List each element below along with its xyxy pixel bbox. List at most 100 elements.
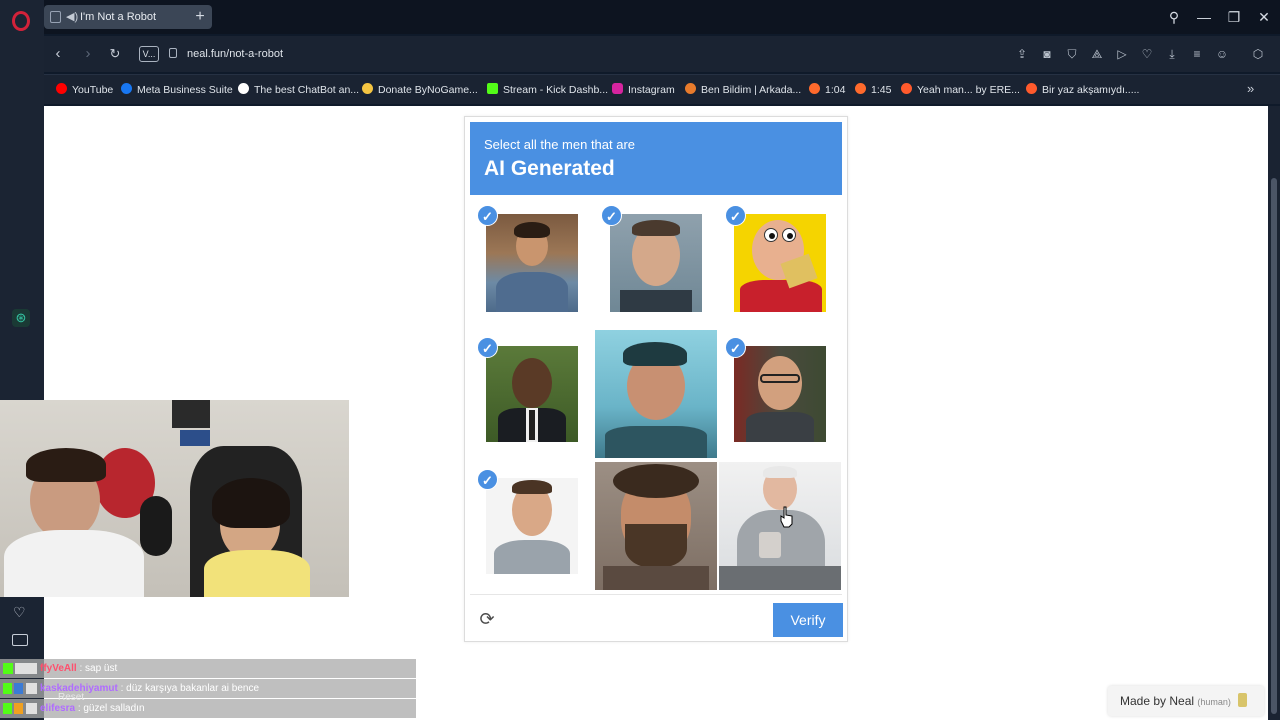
chat-badge-icon [3,683,37,694]
close-window-icon[interactable]: ✕ [1254,7,1274,27]
tile-photo [734,346,826,442]
browser-sidebar: ⊛ ♡ [0,0,44,720]
bookmark-bynogame[interactable]: Donate ByNoGame... [362,82,478,98]
forward-icon[interactable]: › [78,44,98,64]
chat-text: : düz karşıya bakanlar ai bence [120,683,260,694]
bookmark-104[interactable]: 1:04 [809,82,845,98]
captcha-header: Select all the men that are AI Generated [470,122,842,195]
human-tag: (human) [1197,697,1231,707]
captcha-tile-5[interactable] [595,330,717,458]
captcha-tile-8[interactable] [595,462,717,590]
new-tab-icon[interactable]: + [190,7,210,27]
chatbot-icon [238,83,249,94]
minimize-icon[interactable]: — [1194,7,1214,27]
bookmark-145[interactable]: 1:45 [855,82,891,98]
meta-icon [121,83,132,94]
tile-photo [610,214,702,312]
checkmark-icon: ✓ [477,205,498,226]
bookmark-favicon-icon [855,83,866,94]
bookmark-chatbot[interactable]: The best ChatBot an... [238,82,359,98]
captcha-title: AI Generated [484,157,615,180]
restore-icon[interactable]: ❐ [1224,7,1244,27]
bynogame-icon [362,83,373,94]
tile-photo [486,214,578,312]
chat-username: elifesra [40,703,76,714]
hand-cursor-icon [780,506,793,528]
captcha-widget: Select all the men that are AI Generated… [464,116,848,642]
scrollbar-thumb[interactable] [1271,178,1277,714]
url-field[interactable]: neal.fun/not-a-robot [187,46,283,62]
camera-icon[interactable]: ◙ [1038,45,1056,63]
captcha-tile-2[interactable] [610,214,702,312]
bookmark-instagram[interactable]: Instagram [612,82,675,98]
checkmark-icon: ✓ [477,469,498,490]
more-bookmarks-icon[interactable]: » [1247,81,1254,96]
chat-text: : sap üst [79,663,118,674]
tab-active[interactable]: ◀) I'm Not a Robot [44,5,212,29]
checkmark-icon: ✓ [601,205,622,226]
checkmark-icon: ✓ [725,205,746,226]
bookmark-favicon-icon [901,83,912,94]
chat-text: : güzel salladın [77,703,145,714]
site-badge[interactable]: V... [139,46,159,62]
bookmark-youtube[interactable]: YouTube [56,82,113,98]
opera-logo-icon[interactable] [12,11,30,31]
chat-message: ffyVeAll : sap üst [0,659,416,678]
bookmark-favicon-icon [685,83,696,94]
tab-bar: ◀) I'm Not a Robot + ⚲ — ❐ ✕ [44,0,1280,34]
tile-photo [734,214,826,312]
tile-photo [486,478,578,574]
stream-chat: ffyVeAll : sap üst kaskadehiyamut : düz … [0,659,416,720]
verify-button[interactable]: Verify [773,603,843,637]
aria-icon[interactable]: ⟁ [1088,45,1106,63]
captcha-tile-7[interactable] [486,478,578,574]
play-icon[interactable]: ▷ [1113,45,1131,63]
captcha-tile-1[interactable] [486,214,578,312]
extensions-icon[interactable]: ⬡ [1249,45,1267,63]
bookmark-favicon-icon [809,83,820,94]
kick-icon [487,83,498,94]
refresh-icon[interactable]: ⟳ [477,609,497,629]
bookmark-bir-yaz[interactable]: Bir yaz akşamıydı..... [1026,82,1139,98]
profile-icon[interactable]: ☺ [1213,45,1231,63]
bookmark-ben-bildim[interactable]: Ben Bildim | Arkada... [685,82,801,98]
checkmark-icon: ✓ [477,337,498,358]
heart-sidebar-icon[interactable]: ♡ [13,604,26,621]
reload-icon[interactable]: ↻ [105,44,125,64]
chat-badge-icon [3,703,37,714]
window-sidebar-icon[interactable] [12,634,28,646]
bookmark-kick[interactable]: Stream - Kick Dashb... [487,82,608,98]
speaker-icon[interactable]: ◀) [66,5,78,29]
bookmark-meta[interactable]: Meta Business Suite [121,82,233,98]
captcha-divider [470,594,842,595]
tile-photo [595,330,717,458]
chat-username: ffyVeAll [40,663,77,674]
bookmark-favicon-icon [1026,83,1037,94]
streamer-webcam [0,400,349,597]
captcha-tile-3[interactable] [734,214,826,312]
bookmarks-bar: YouTube Meta Business Suite The best Cha… [44,74,1280,104]
robot-icon [1238,693,1248,707]
address-bar: ‹ › ↻ V... neal.fun/not-a-robot ⇪ ◙ ⛉ ⟁ … [44,36,1280,72]
search-tabs-icon[interactable]: ⚲ [1164,7,1184,27]
tab-favicon-icon [50,11,61,23]
lock-icon[interactable] [169,48,177,58]
tile-photo [486,346,578,442]
captcha-tile-6[interactable] [734,346,826,442]
instagram-icon [612,83,623,94]
back-icon[interactable]: ‹ [48,44,68,64]
made-by-text: Made by Neal [1120,694,1195,708]
chatgpt-sidebar-icon[interactable]: ⊛ [12,309,30,327]
bookmark-yeah-man[interactable]: Yeah man... by ERE... [901,82,1020,98]
reset-label[interactable]: Reset [58,692,84,703]
menu-icon[interactable]: ≡ [1188,45,1206,63]
made-by-neal[interactable]: Made by Neal (human) [1108,686,1264,716]
shield-icon[interactable]: ⛉ [1063,45,1081,63]
checkmark-icon: ✓ [725,337,746,358]
tile-photo [595,462,717,590]
heart-icon[interactable]: ♡ [1138,45,1156,63]
captcha-tile-4[interactable] [486,346,578,442]
download-icon[interactable]: ⤓ [1163,45,1181,63]
share-icon[interactable]: ⇪ [1013,45,1031,63]
chat-badge-icon [3,663,37,674]
